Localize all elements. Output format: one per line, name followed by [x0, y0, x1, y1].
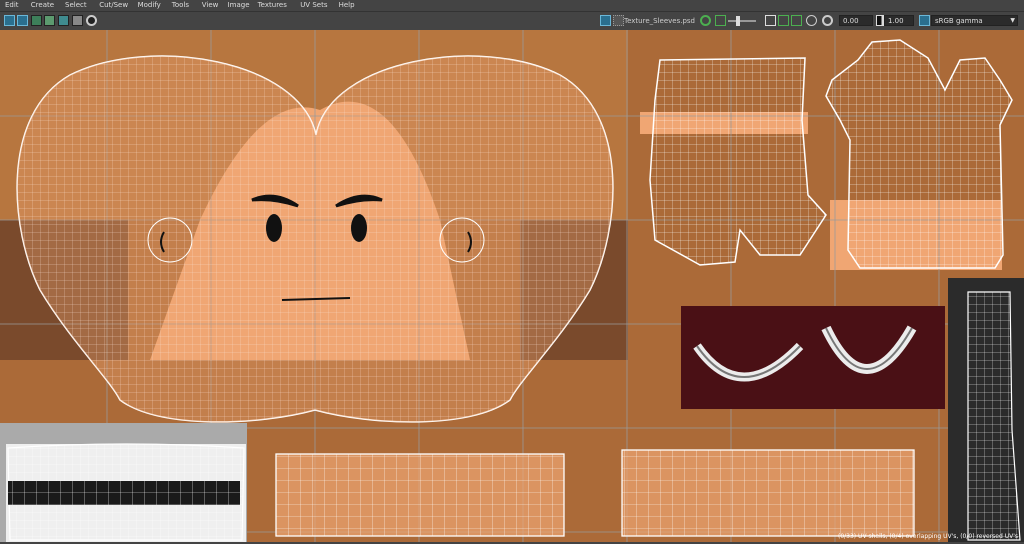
color-space-value: sRGB gamma — [935, 17, 983, 25]
menu-image[interactable]: Image — [228, 1, 250, 9]
texture-border-icon[interactable] — [44, 15, 55, 26]
menu-create[interactable]: Create — [31, 1, 54, 9]
pants-uv-shell-left[interactable] — [275, 453, 565, 537]
channel-icon[interactable] — [765, 15, 776, 26]
menu-uv-sets[interactable]: UV Sets — [300, 1, 327, 9]
uv-editor-viewport[interactable]: (0/33) UV shells, (0/4) overlapping UV's… — [0, 30, 1024, 542]
exposure-field[interactable]: 0.00 — [839, 15, 873, 26]
menu-cut-sew[interactable]: Cut/Sew — [99, 1, 128, 9]
color-picker-icon[interactable] — [700, 15, 711, 26]
teeth-backdrop — [681, 306, 945, 409]
exposure-icon[interactable] — [778, 15, 789, 26]
menu-select[interactable]: Select — [65, 1, 87, 9]
color-management-icon[interactable] — [806, 15, 817, 26]
pants-uv-shell-right[interactable] — [621, 449, 915, 537]
shaded-uv-icon[interactable] — [31, 15, 42, 26]
uv-status-text: (0/33) UV shells, (0/4) overlapping UV's… — [838, 533, 1018, 540]
gamma-field[interactable]: 1.00 — [884, 15, 914, 26]
color-space-icon[interactable] — [919, 15, 930, 26]
menu-help[interactable]: Help — [339, 1, 355, 9]
belt-stripe-grid — [8, 481, 240, 505]
menu-textures[interactable]: Textures — [258, 1, 287, 9]
color-space-select[interactable]: sRGB gamma ▼ — [931, 15, 1018, 26]
view-transform-icon[interactable] — [822, 15, 833, 26]
chevron-down-icon: ▼ — [1010, 17, 1015, 24]
left-eye — [266, 214, 282, 242]
grid-toggle-icon[interactable] — [17, 15, 28, 26]
menu-modify[interactable]: Modify — [138, 1, 161, 9]
dim-image-icon[interactable] — [72, 15, 83, 26]
checker-icon[interactable] — [58, 15, 69, 26]
exposure-slider-handle[interactable] — [736, 16, 740, 26]
texture-dropdown-icon[interactable] — [600, 15, 611, 26]
isolate-icon[interactable] — [613, 15, 624, 26]
left-glove-uv-shell[interactable] — [649, 57, 827, 266]
image-display-icon[interactable] — [86, 15, 97, 26]
filter-icon[interactable] — [715, 15, 726, 26]
uv-toolbar: Texture_Sleeves.psd 0.00 1.00 sRGB gamma… — [0, 12, 1024, 31]
menu-view[interactable]: View — [202, 1, 219, 9]
menu-tools[interactable]: Tools — [172, 1, 189, 9]
menu-edit[interactable]: Edit — [5, 1, 19, 9]
uv-snapshot-icon[interactable] — [4, 15, 15, 26]
texture-name[interactable]: Texture_Sleeves.psd — [624, 17, 695, 25]
uv-canvas[interactable]: (0/33) UV shells, (0/4) overlapping UV's… — [0, 30, 1024, 542]
right-glove-uv-shell[interactable] — [825, 39, 1013, 269]
exposure-slider[interactable] — [728, 20, 756, 22]
right-eye — [351, 214, 367, 242]
gamma-icon[interactable] — [791, 15, 802, 26]
menu-bar: Edit Create Select Cut/Sew Modify Tools View Im… — [0, 0, 1024, 12]
